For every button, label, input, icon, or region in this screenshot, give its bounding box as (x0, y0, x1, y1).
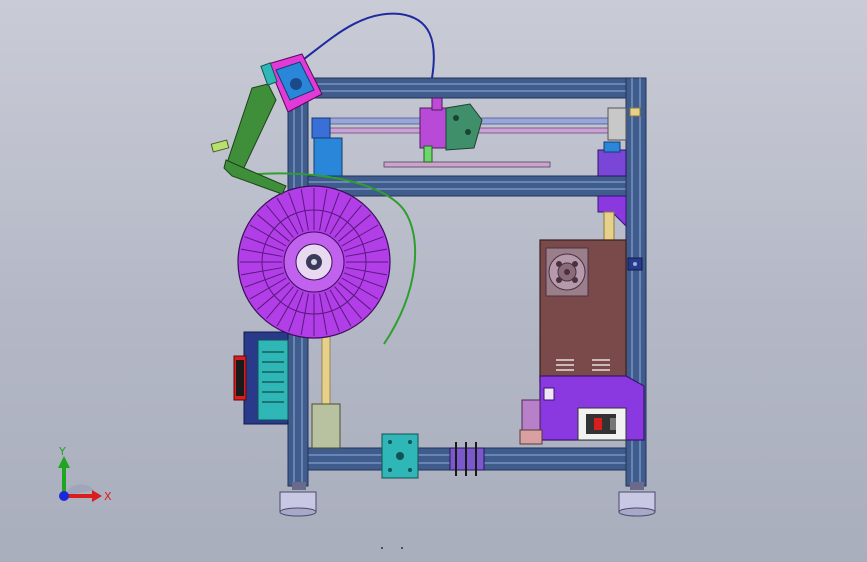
view-triad-icon[interactable]: Y X (58, 445, 112, 503)
cad-viewport[interactable]: Y X (0, 0, 867, 562)
power-supply (539, 239, 627, 383)
psu-bracket (519, 375, 645, 445)
hotend-plate (445, 103, 483, 151)
z-axis-right (597, 195, 627, 243)
extruder-arm (210, 83, 287, 195)
feet (279, 482, 656, 517)
filament-spool (237, 185, 391, 339)
x-axis-label: X (104, 490, 112, 503)
x-gantry (311, 97, 627, 177)
z-axis-left (311, 329, 341, 449)
usb-cable (299, 12, 435, 79)
y-axis-label: Y (58, 445, 66, 458)
top-rail (287, 77, 645, 99)
z-motor (311, 403, 341, 449)
x-carriage (419, 107, 449, 149)
y-motor (313, 137, 343, 177)
control-board (233, 331, 289, 425)
